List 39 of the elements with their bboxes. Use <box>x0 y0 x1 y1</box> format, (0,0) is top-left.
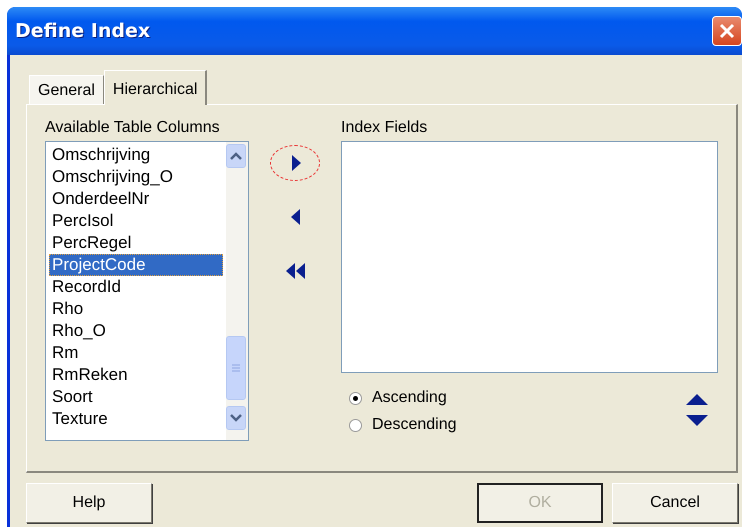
scroll-up-icon <box>230 152 242 160</box>
list-item[interactable]: ProjectCode <box>49 254 223 276</box>
list-item[interactable]: Texture <box>49 408 223 430</box>
dialog-button[interactable]: Cancel <box>612 483 738 523</box>
index-fields-list[interactable] <box>341 141 718 373</box>
tab[interactable]: Hierarchical <box>104 70 208 105</box>
scroll-down-icon <box>230 414 242 422</box>
list-item[interactable]: Omschrijving <box>49 144 223 166</box>
down-triangle-icon <box>686 415 708 427</box>
list-item[interactable]: RmReken <box>49 364 223 386</box>
list-label: Available Table Columns <box>45 119 221 138</box>
move-button[interactable] <box>270 145 320 181</box>
radio-option[interactable]: Ascending <box>349 387 686 409</box>
radio-label: Ascending <box>372 389 447 407</box>
window-title: Define Index <box>15 20 152 42</box>
radio-label: Descending <box>372 416 456 434</box>
close-icon <box>719 23 735 39</box>
list-item[interactable]: RecordId <box>49 276 223 298</box>
scrollbar[interactable] <box>226 142 248 440</box>
list-item[interactable]: OnderdeelNr <box>49 188 223 210</box>
up-triangle-icon <box>686 393 708 405</box>
list-item[interactable]: Rho <box>49 298 223 320</box>
list-item[interactable]: PercIsol <box>49 210 223 232</box>
close-button[interactable] <box>712 16 742 46</box>
dialog-button[interactable]: Help <box>26 483 152 523</box>
list-item[interactable]: Omschrijving_O <box>49 166 223 188</box>
list-item[interactable]: Soort <box>49 386 223 408</box>
column-list[interactable]: Omschrijving Omschrijving_O OnderdeelNr PercIsol PercRegel ProjectCode RecordId Rho Rho_O Rm RmReken Soort Texture <box>45 141 249 441</box>
radio-option[interactable]: Descending <box>349 414 686 436</box>
list-item[interactable]: PercRegel <box>49 232 223 254</box>
tab[interactable]: General <box>29 75 104 104</box>
move-up-button[interactable] <box>686 393 708 405</box>
double-left-triangle-icon <box>284 262 306 280</box>
grip-icon <box>231 364 241 372</box>
move-down-button[interactable] <box>686 415 708 427</box>
list-item[interactable]: Rm <box>49 342 223 364</box>
left-triangle-icon <box>288 208 302 226</box>
list-item[interactable]: Rho_O <box>49 320 223 342</box>
list-label: Index Fields <box>341 119 428 138</box>
